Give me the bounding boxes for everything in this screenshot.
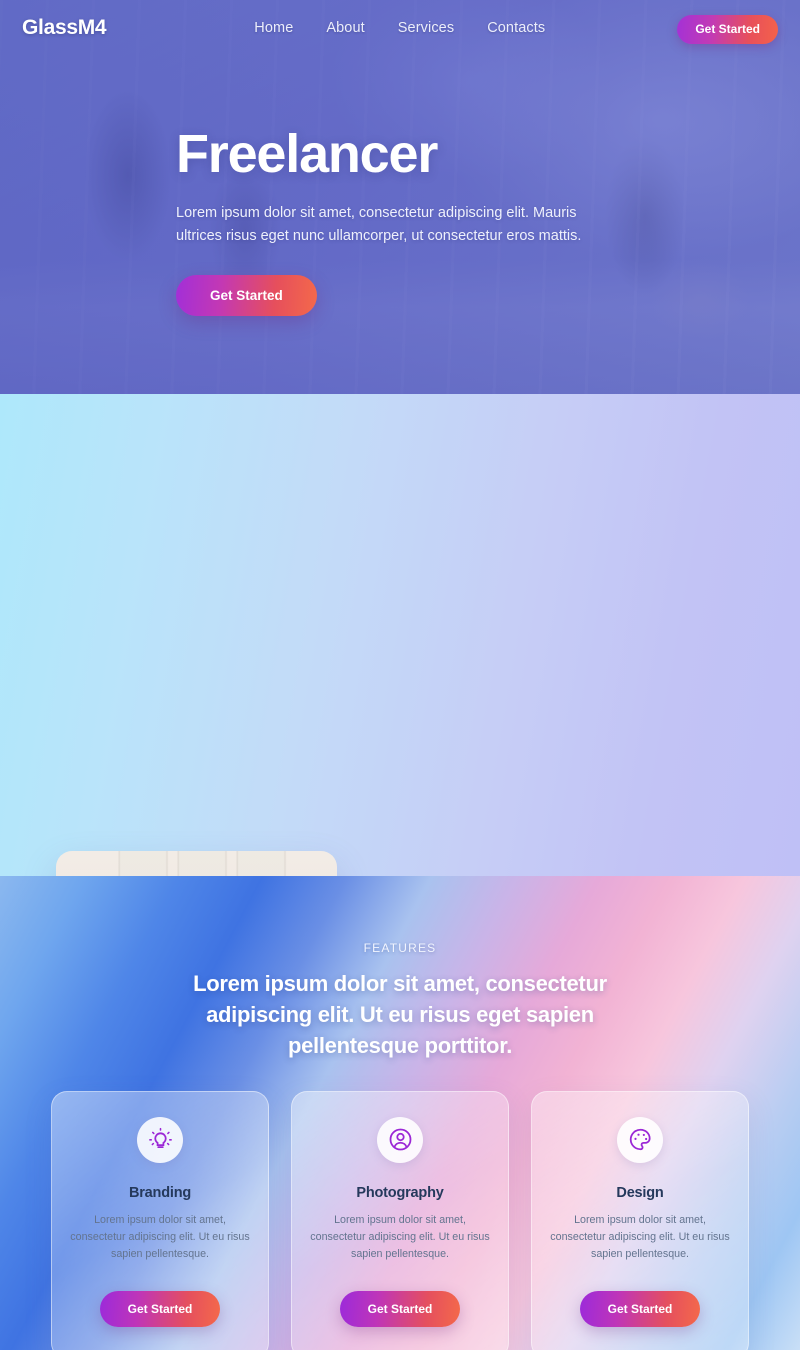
hero-title: Freelancer — [176, 124, 438, 184]
navbar-get-started-button[interactable]: Get Started — [677, 15, 778, 44]
nav-link-home[interactable]: Home — [254, 20, 293, 36]
feature-card-get-started-button[interactable]: Get Started — [99, 1290, 221, 1327]
site-logo[interactable]: GlassM4 — [22, 16, 107, 40]
hero-content: Freelancer Lorem ipsum dolor sit amet, c… — [176, 126, 646, 316]
feature-card-text: Lorem ipsum dolor sit amet, consectetur … — [550, 1213, 730, 1261]
main-navbar: GlassM4 Home About Services Contacts Get… — [0, 0, 800, 56]
features-section: FEATURES Lorem ipsum dolor sit amet, con… — [0, 876, 800, 1350]
lightbulb-icon — [137, 1116, 183, 1163]
nav-link-services[interactable]: Services — [398, 20, 454, 36]
feature-card-get-started-button[interactable]: Get Started — [339, 1290, 461, 1327]
palette-icon — [617, 1116, 663, 1163]
feature-card-text: Lorem ipsum dolor sit amet, consectetur … — [70, 1213, 250, 1261]
feature-card-get-started-button[interactable]: Get Started — [579, 1290, 701, 1327]
features-eyebrow-label: FEATURES — [363, 941, 437, 955]
feature-card-design[interactable]: Design Lorem ipsum dolor sit amet, conse… — [531, 1090, 749, 1350]
feature-card-title: Design — [616, 1184, 664, 1201]
feature-card-photography[interactable]: Photography Lorem ipsum dolor sit amet, … — [291, 1090, 509, 1350]
nav-link-contacts[interactable]: Contacts — [487, 20, 545, 36]
hero-section: GlassM4 Home About Services Contacts Get… — [0, 0, 800, 394]
nav-item-about[interactable]: About — [326, 19, 364, 37]
nav-item-services[interactable]: Services — [398, 19, 454, 37]
feature-card-branding[interactable]: Branding Lorem ipsum dolor sit amet, con… — [51, 1090, 269, 1350]
features-header: FEATURES Lorem ipsum dolor sit amet, con… — [0, 876, 800, 1062]
nav-item-contacts[interactable]: Contacts — [487, 19, 545, 37]
feature-card-title: Branding — [128, 1184, 192, 1201]
feature-cards-row: Branding Lorem ipsum dolor sit amet, con… — [0, 1090, 800, 1350]
nav-link-about[interactable]: About — [326, 20, 364, 36]
feature-card-title: Photography — [356, 1184, 444, 1201]
feature-card-text: Lorem ipsum dolor sit amet, consectetur … — [310, 1213, 490, 1261]
about-photo — [56, 851, 337, 876]
about-section: About Me Lorem ipsum dolor sit amet, con… — [0, 394, 800, 876]
hero-get-started-button[interactable]: Get Started — [176, 274, 317, 316]
features-title: Lorem ipsum dolor sit amet, consectetur … — [193, 971, 607, 1059]
landing-page: GlassM4 Home About Services Contacts Get… — [0, 0, 800, 1350]
nav-item-home[interactable]: Home — [254, 19, 293, 37]
nav-links: Home About Services Contacts — [254, 19, 545, 37]
user-circle-icon — [377, 1116, 423, 1163]
hero-subtitle: Lorem ipsum dolor sit amet, consectetur … — [176, 204, 582, 245]
